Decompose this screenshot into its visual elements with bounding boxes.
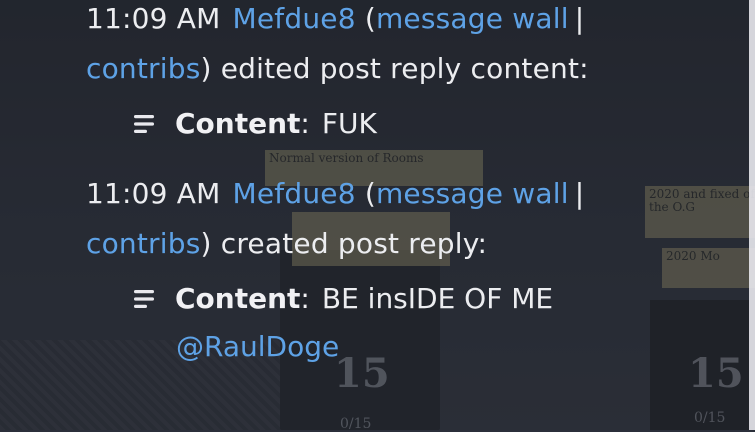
message-wall-link[interactable]: message wall: [376, 2, 569, 35]
entry-time: 11:09 AM: [86, 2, 221, 35]
activity-entry-header-cont: contribs) created post reply:: [86, 226, 487, 262]
mention-link[interactable]: @RaulDoge: [176, 329, 339, 365]
message-wall-link[interactable]: message wall: [376, 177, 569, 210]
activity-feed: 11:09 AM Mefdue8 (message wall | contribs)…: [0, 0, 755, 430]
close-paren: ): [200, 52, 212, 85]
entry-time: 11:09 AM: [86, 177, 221, 210]
field-colon: :: [300, 282, 310, 315]
entry-action: created post reply:: [211, 227, 488, 260]
contribs-link[interactable]: contribs: [86, 227, 201, 260]
text-lines-icon: [134, 115, 154, 133]
entry-detail: Content: FUK: [134, 106, 377, 142]
separator: |: [574, 2, 585, 35]
activity-entry-header: 11:09 AM Mefdue8 (message wall |: [86, 176, 584, 212]
field-label: Content: [175, 107, 301, 140]
close-paren: ): [200, 227, 212, 260]
field-value: FUK: [321, 107, 377, 140]
field-colon: :: [300, 107, 310, 140]
open-paren: (: [364, 2, 376, 35]
user-link[interactable]: Mefdue8: [233, 177, 356, 210]
field-value: BE insIDE OF ME: [321, 282, 554, 315]
activity-entry-header-cont: contribs) edited post reply content:: [86, 51, 589, 87]
activity-entry-header: 11:09 AM Mefdue8 (message wall |: [86, 1, 584, 37]
entry-detail-mention: @RaulDoge: [176, 329, 339, 365]
user-link[interactable]: Mefdue8: [233, 2, 356, 35]
text-lines-icon: [134, 290, 154, 308]
open-paren: (: [364, 177, 376, 210]
field-label: Content: [175, 282, 301, 315]
entry-detail: Content: BE insIDE OF ME: [134, 281, 553, 317]
entry-action: edited post reply content:: [211, 52, 589, 85]
separator: |: [574, 177, 585, 210]
contribs-link[interactable]: contribs: [86, 52, 201, 85]
